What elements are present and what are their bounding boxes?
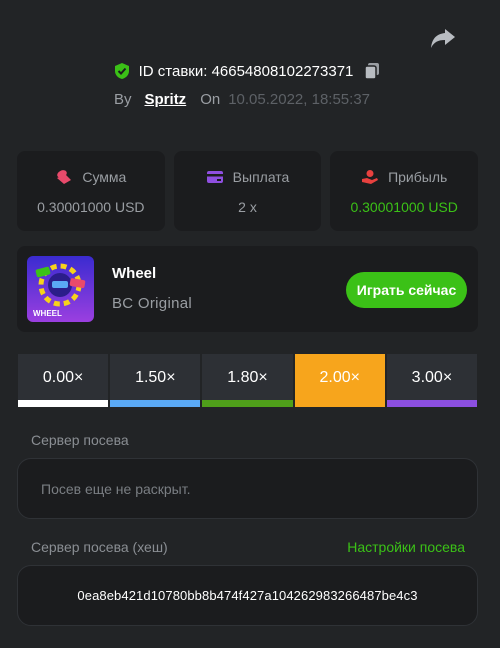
by-label: By (114, 91, 132, 108)
multiplier-tile: 1.50× (110, 354, 201, 407)
username-link[interactable]: Spritz (145, 91, 187, 108)
multiplier-label: 1.80× (227, 368, 268, 386)
on-label: On (200, 91, 221, 108)
stat-profit: Прибыль 0.30001000 USD (330, 151, 479, 231)
share-icon[interactable] (430, 26, 456, 50)
bet-id-row: ID ставки: 4665480810227337​1 (0, 62, 500, 80)
server-seed-label: Сервер посева (31, 432, 129, 448)
stat-amount-value: 0.30001000 USD (37, 199, 145, 215)
game-card: WHEEL Wheel BC Original Играть сейчас (17, 246, 478, 332)
stat-profit-value: 0.30001000 USD (350, 199, 458, 215)
multiplier-color-bar (110, 400, 201, 407)
play-now-button[interactable]: Играть сейчас (346, 272, 467, 308)
multiplier-row: 0.00× 1.50× 1.80× 2.00× 3.00× (18, 354, 478, 407)
server-seed-hash-field[interactable]: 0ea8eb421d10780bb8b474f427a1042629832664… (17, 565, 478, 626)
stat-amount-label: Сумма (82, 169, 127, 185)
multiplier-label: 0.00× (42, 368, 84, 386)
multiplier-tile: 1.80× (202, 354, 293, 407)
stat-payout-label: Выплата (232, 169, 290, 185)
bet-id: ID ставки: 4665480810227337​1 (138, 62, 354, 80)
game-name: Wheel (112, 265, 157, 282)
game-thumbnail[interactable]: WHEEL (27, 256, 94, 322)
stat-profit-label: Прибыль (388, 169, 448, 185)
server-seed-field[interactable]: Посев еще не раскрыт. (17, 458, 478, 519)
stat-amount: Сумма 0.30001000 USD (17, 151, 165, 231)
seed-settings-link[interactable]: Настройки посева (347, 539, 465, 555)
multiplier-color-bar (18, 400, 109, 407)
multiplier-tile-active: 2.00× (294, 354, 385, 407)
hand-coin-icon (362, 170, 379, 184)
multiplier-label: 3.00× (411, 368, 453, 386)
stat-payout: Выплата 2 x (173, 151, 322, 231)
game-provider: BC Original (112, 295, 192, 312)
copy-icon[interactable] (363, 62, 381, 80)
multiplier-tile: 3.00× (386, 354, 478, 407)
thumb-caption: WHEEL (33, 309, 62, 318)
multiplier-color-bar (386, 400, 478, 407)
bet-date: 10.05.2022, 18:55:37 (228, 91, 370, 108)
server-seed-hash-label: Сервер посева (хеш) (31, 539, 168, 555)
multiplier-label: 1.50× (135, 368, 176, 386)
coins-icon (57, 170, 72, 184)
multiplier-tile: 0.00× (18, 354, 109, 407)
card-icon (206, 171, 223, 183)
bet-stats: Сумма 0.30001000 USD Выплата 2 x Прибыль… (17, 151, 479, 231)
multiplier-color-bar (202, 400, 293, 407)
wheel-game-icon: WHEEL (27, 256, 94, 322)
stat-payout-value: 2 x (238, 199, 257, 215)
multiplier-label: 2.00× (319, 368, 360, 386)
bet-meta-row: By Spritz On 10.05.2022, 18:55:37 (114, 91, 370, 108)
verified-shield-icon (114, 63, 129, 79)
